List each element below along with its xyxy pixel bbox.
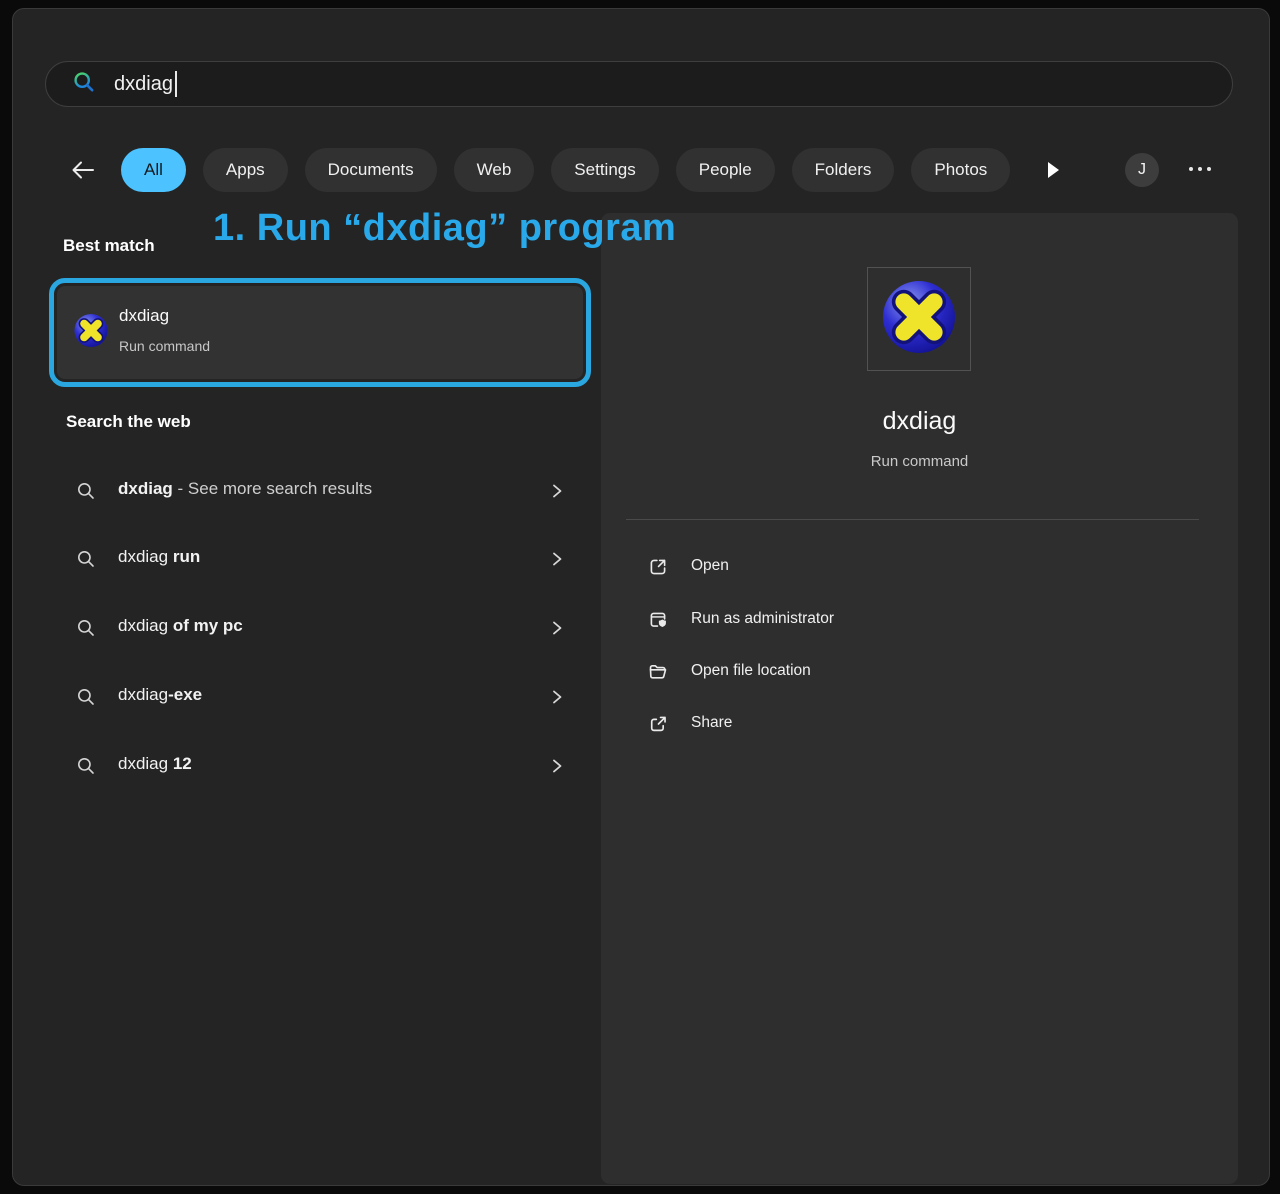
more-tabs-arrow-icon[interactable] [1043,157,1063,183]
search-the-web-heading: Search the web [66,412,191,431]
text-caret [174,71,177,97]
web-suggestion-item[interactable]: dxdiag - See more search results [49,467,591,515]
action-label: Share [691,714,733,731]
action-open-file-location[interactable]: Open file location [626,650,1206,694]
action-label: Run as administrator [691,610,835,627]
action-run-as-administrator[interactable]: Run as administrator [626,598,1206,642]
suggestion-query: dxdiag [118,754,173,773]
search-input[interactable]: dxdiag [114,73,173,96]
suggestion-rest: -exe [168,685,203,704]
folder-icon [649,665,667,679]
tab-people[interactable]: People [675,148,775,192]
suggestion-query: dxdiag [118,616,173,635]
best-match-result[interactable]: dxdiag Run command [57,286,583,379]
preview-title: dxdiag [882,407,957,435]
suggestion-query: dxdiag [118,685,169,704]
suggestion-query: dxdiag [118,479,173,498]
suggestion-rest: of my pc [172,616,243,635]
tab-documents[interactable]: Documents [304,148,437,192]
suggestion-query: dxdiag [118,547,173,566]
tab-all[interactable]: All [121,148,186,192]
divider [626,519,1199,520]
web-suggestion-item[interactable]: dxdiag-exe [49,673,591,721]
tab-apps[interactable]: Apps [202,148,288,192]
filter-tabs-row: All Apps Documents Web Settings People F… [13,147,1271,193]
action-open[interactable]: Open [626,545,1206,589]
tab-settings[interactable]: Settings [551,148,659,192]
suggestion-rest: run [172,547,201,566]
open-external-icon [650,559,666,575]
best-match-subtitle: Run command [119,338,211,354]
web-suggestion-item[interactable]: dxdiag of my pc [49,604,591,652]
dxdiag-app-icon [879,277,959,362]
magnifier-icon [76,687,96,712]
back-button[interactable] [70,158,96,182]
chevron-right-icon[interactable] [549,482,565,505]
preview-icon-frame [867,267,971,371]
annotation-step-label: 1. Run “dxdiag” program [213,207,677,249]
tab-photos[interactable]: Photos [911,148,1011,192]
preview-panel: dxdiag Run command Open Run as administr… [601,213,1238,1184]
dxdiag-app-icon [73,312,109,353]
chevron-right-icon[interactable] [549,757,565,780]
preview-subtitle: Run command [870,453,969,470]
more-options-button[interactable] [1189,167,1211,171]
action-label: Open [691,557,729,574]
chevron-right-icon[interactable] [549,619,565,642]
user-avatar[interactable]: J [1125,153,1159,187]
filter-pills: All Apps Documents Web Settings People F… [121,147,1011,193]
tab-folders[interactable]: Folders [791,148,895,192]
chevron-right-icon[interactable] [549,688,565,711]
action-share[interactable]: Share [626,702,1206,746]
action-label: Open file location [691,662,811,679]
magnifier-icon [76,618,96,643]
web-suggestion-item[interactable]: dxdiag run [49,535,591,583]
suggestion-rest: - See more search results [172,479,373,498]
screen: dxdiag All Apps Documents Web Settings P… [0,0,1280,1194]
tab-web[interactable]: Web [453,148,535,192]
search-flyout-window: dxdiag All Apps Documents Web Settings P… [12,8,1270,1186]
annotation-highlight-box: dxdiag Run command [49,278,591,387]
best-match-title: dxdiag [119,306,170,325]
chevron-right-icon[interactable] [549,550,565,573]
suggestion-rest: 12 [172,754,192,773]
search-bar[interactable]: dxdiag [45,61,1233,107]
magnifier-icon [76,549,96,574]
magnifier-icon [76,481,96,506]
share-icon [650,716,666,732]
search-icon [72,70,96,99]
best-match-heading: Best match [63,236,155,255]
magnifier-icon [76,756,96,781]
run-admin-shield-icon [650,612,666,628]
web-suggestion-item[interactable]: dxdiag 12 [49,742,591,790]
